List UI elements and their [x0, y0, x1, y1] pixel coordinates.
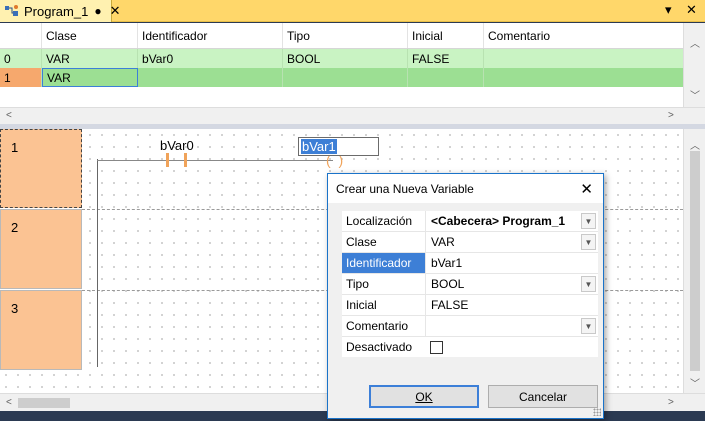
tab-close-icon[interactable]: ✕	[110, 3, 121, 19]
field-localizacion[interactable]: Localización <Cabecera> Program_1 ▼	[342, 211, 598, 232]
clase-select[interactable]: VAR ▼	[427, 232, 598, 252]
rung-number[interactable]: 3	[0, 290, 82, 370]
field-label: Inicial	[342, 295, 426, 315]
identificador-value: bVar1	[431, 256, 463, 270]
row-comentario[interactable]	[484, 68, 683, 87]
coil-variable-input[interactable]: bVar1	[298, 137, 379, 156]
tipo-select[interactable]: BOOL ▼	[427, 274, 598, 294]
window-close-icon[interactable]: ✕	[686, 2, 697, 18]
left-power-rail	[97, 159, 98, 367]
row-comentario[interactable]	[484, 49, 683, 68]
scroll-thumb[interactable]	[690, 151, 700, 371]
localizacion-select[interactable]: <Cabecera> Program_1 ▼	[427, 211, 598, 231]
dialog-titlebar[interactable]: Crear una Nueva Variable ✕	[328, 174, 603, 203]
contact-icon[interactable]	[166, 153, 190, 167]
field-label: Localización	[342, 211, 426, 231]
coil-variable-value: bVar1	[301, 139, 337, 154]
rung-wire	[97, 160, 333, 161]
header-tipo[interactable]: Tipo	[283, 23, 408, 48]
field-inicial[interactable]: Inicial FALSE	[342, 295, 598, 316]
row-tipo[interactable]	[283, 68, 408, 87]
field-desactivado[interactable]: Desactivado	[342, 337, 598, 358]
ladder-program-icon	[4, 4, 20, 18]
header-clase[interactable]: Clase	[42, 23, 138, 48]
header-comentario[interactable]: Comentario	[484, 23, 683, 48]
window-menu-icon[interactable]: ▾	[665, 2, 672, 18]
localizacion-tag: <Cabecera>	[431, 214, 500, 228]
comentario-select[interactable]: ▼	[427, 316, 598, 336]
scroll-up-icon[interactable]: ︿	[690, 35, 700, 50]
field-label: Comentario	[342, 316, 426, 336]
field-comentario[interactable]: Comentario ▼	[342, 316, 598, 337]
field-clase[interactable]: Clase VAR ▼	[342, 232, 598, 253]
row-index[interactable]: 0	[0, 49, 42, 68]
rung-number[interactable]: 1	[0, 129, 82, 208]
desactivado-checkbox[interactable]	[430, 341, 443, 354]
table-row[interactable]: 0 VAR bVar0 BOOL FALSE	[0, 49, 683, 68]
ok-button[interactable]: OK	[369, 385, 479, 408]
field-label: Identificador	[342, 253, 426, 273]
new-variable-dialog: Crear una Nueva Variable ✕ Localización …	[327, 173, 604, 419]
clase-value: VAR	[431, 235, 455, 249]
table-horizontal-scrollbar[interactable]: < >	[0, 107, 705, 124]
row-inicial[interactable]	[408, 68, 484, 87]
identificador-input[interactable]: bVar1	[427, 253, 598, 273]
scroll-thumb[interactable]	[18, 398, 70, 408]
editor-vertical-scrollbar[interactable]: ︿ ﹀	[683, 129, 705, 393]
scroll-up-icon[interactable]: ︿	[690, 137, 700, 152]
dialog-close-icon[interactable]: ✕	[580, 180, 593, 198]
chevron-down-icon[interactable]: ▼	[581, 213, 596, 229]
dialog-title: Crear una Nueva Variable	[336, 181, 474, 196]
inicial-input[interactable]: FALSE	[427, 295, 598, 315]
header-identificador[interactable]: Identificador	[138, 23, 283, 48]
chevron-down-icon[interactable]: ▼	[581, 234, 596, 250]
field-label: Desactivado	[346, 340, 413, 354]
rung-number[interactable]: 2	[0, 209, 82, 289]
document-tab-strip: Program_1 ● ✕ ▾ ✕	[0, 0, 705, 22]
scroll-down-icon[interactable]: ﹀	[690, 87, 700, 102]
tab-program-1[interactable]: Program_1 ● ✕	[0, 0, 120, 22]
header-index	[0, 23, 42, 48]
tipo-value: BOOL	[431, 277, 465, 291]
modified-indicator: ●	[94, 4, 102, 18]
chevron-down-icon[interactable]: ▼	[581, 318, 596, 334]
row-identificador[interactable]	[138, 68, 283, 87]
field-label: Tipo	[342, 274, 426, 294]
field-label: Clase	[342, 232, 426, 252]
table-row[interactable]: 1 VAR	[0, 68, 683, 87]
inicial-value: FALSE	[431, 298, 469, 312]
row-identificador[interactable]: bVar0	[138, 49, 283, 68]
contact-variable-label[interactable]: bVar0	[160, 138, 194, 153]
scroll-down-icon[interactable]: ﹀	[690, 375, 700, 390]
table-vertical-scrollbar[interactable]: ︿ ﹀	[683, 23, 705, 107]
row-clase[interactable]: VAR	[42, 68, 138, 87]
row-tipo[interactable]: BOOL	[283, 49, 408, 68]
row-inicial[interactable]: FALSE	[408, 49, 484, 68]
localizacion-name: Program_1	[502, 214, 566, 228]
scroll-left-icon[interactable]: <	[6, 110, 12, 121]
field-identificador[interactable]: Identificador bVar1	[342, 253, 598, 274]
property-grid: Localización <Cabecera> Program_1 ▼ Clas…	[342, 211, 598, 357]
tab-title: Program_1	[24, 3, 89, 19]
header-inicial[interactable]: Inicial	[408, 23, 484, 48]
scroll-right-icon[interactable]: >	[668, 110, 674, 121]
variable-declaration-table: Clase Identificador Tipo Inicial Comenta…	[0, 23, 705, 124]
chevron-down-icon[interactable]: ▼	[581, 276, 596, 292]
row-index[interactable]: 1	[0, 68, 42, 87]
cancel-button[interactable]: Cancelar	[488, 385, 598, 408]
table-header: Clase Identificador Tipo Inicial Comenta…	[0, 23, 683, 49]
scroll-left-icon[interactable]: <	[6, 397, 12, 408]
resize-grip-icon[interactable]	[593, 408, 601, 416]
scroll-right-icon[interactable]: >	[668, 397, 674, 408]
field-tipo[interactable]: Tipo BOOL ▼	[342, 274, 598, 295]
row-clase[interactable]: VAR	[42, 49, 138, 68]
